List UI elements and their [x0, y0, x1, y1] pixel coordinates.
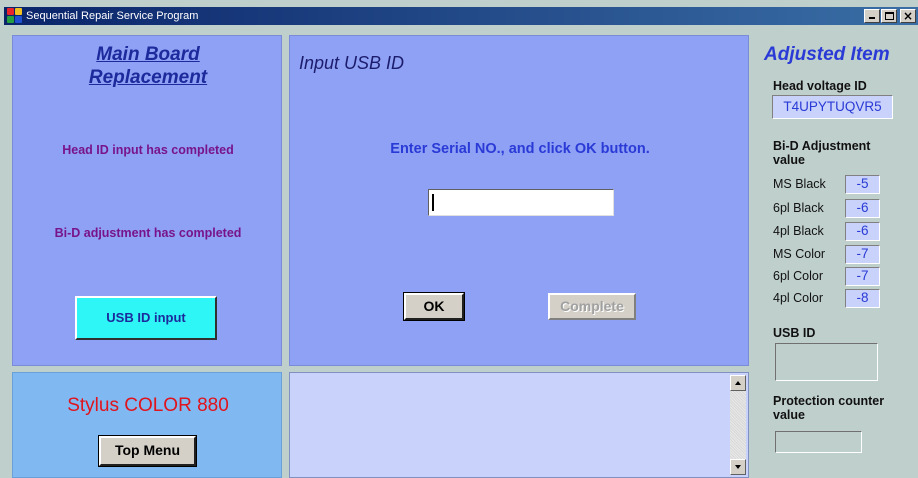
- protection-counter-label-line1: Protection counter: [773, 394, 885, 408]
- scroll-up-button[interactable]: [730, 375, 746, 391]
- bi-d-row: 4pl Black -6: [773, 222, 913, 241]
- bi-d-row-value: -7: [845, 267, 880, 286]
- bi-d-label-line1: Bi-D Adjustment: [773, 139, 871, 153]
- usb-id-input-button[interactable]: USB ID input: [75, 296, 217, 340]
- bi-d-row-name: 4pl Color: [773, 291, 824, 305]
- bi-d-row-value: -6: [845, 199, 880, 218]
- bi-d-row-value: -7: [845, 245, 880, 264]
- instruction-text: Enter Serial NO., and click OK button.: [390, 141, 650, 157]
- bi-d-row-name: MS Black: [773, 177, 826, 191]
- bi-d-row-value: -5: [845, 175, 880, 194]
- app-icon[interactable]: [7, 8, 23, 24]
- adjusted-item-panel: Adjusted Item Head voltage ID T4UPYTUQVR…: [757, 35, 918, 478]
- model-panel: Stylus COLOR 880 Top Menu: [12, 372, 282, 478]
- ok-button[interactable]: OK: [403, 292, 465, 321]
- arrow-up-icon: [735, 381, 741, 385]
- bi-d-label-line2: value: [773, 153, 805, 167]
- minimize-icon: [869, 17, 875, 19]
- bi-d-row-name: 6pl Black: [773, 201, 824, 215]
- minimize-button[interactable]: [864, 9, 880, 23]
- input-usb-id-panel: Input USB ID Enter Serial NO., and click…: [289, 35, 749, 366]
- log-area[interactable]: [289, 372, 749, 478]
- input-usb-id-title: Input USB ID: [299, 53, 405, 73]
- status-bi-d: Bi-D adjustment has completed: [54, 226, 242, 240]
- bi-d-row: 6pl Black -6: [773, 199, 913, 218]
- bi-d-row: MS Black -5: [773, 175, 913, 194]
- bi-d-row: 6pl Color -7: [773, 267, 913, 286]
- arrow-down-icon: [735, 465, 741, 469]
- head-voltage-label: Head voltage ID: [773, 79, 867, 93]
- adjusted-item-title: Adjusted Item: [764, 44, 890, 65]
- status-head-id: Head ID input has completed: [62, 143, 234, 157]
- head-voltage-value: T4UPYTUQVR5: [772, 95, 893, 119]
- bi-d-row-name: 4pl Black: [773, 224, 824, 238]
- usb-id-value-box: [775, 343, 878, 381]
- bi-d-row-value: -8: [845, 289, 880, 308]
- protection-counter-label-line2: value: [773, 408, 805, 422]
- bi-d-row: 4pl Color -8: [773, 289, 913, 308]
- serial-number-input[interactable]: [428, 189, 614, 216]
- bi-d-row-name: 6pl Color: [773, 269, 824, 283]
- usb-id-label: USB ID: [773, 326, 816, 340]
- panel-title-line1: Main Board: [96, 44, 200, 65]
- protection-counter-value-box: [775, 431, 862, 453]
- maximize-button[interactable]: [881, 9, 897, 23]
- title-bar: Sequential Repair Service Program ×: [4, 7, 918, 25]
- bi-d-row-value: -6: [845, 222, 880, 241]
- window-title: Sequential Repair Service Program: [26, 10, 199, 22]
- scroll-down-button[interactable]: [730, 459, 746, 475]
- top-menu-button[interactable]: Top Menu: [98, 435, 197, 467]
- main-board-panel: Main Board Replacement Head ID input has…: [12, 35, 282, 366]
- app-window: Sequential Repair Service Program × Main…: [0, 0, 918, 478]
- close-icon: ×: [902, 9, 914, 23]
- log-scrollbar[interactable]: [730, 375, 746, 475]
- complete-button: Complete: [548, 293, 636, 320]
- model-name: Stylus COLOR 880: [67, 395, 229, 416]
- text-caret: [432, 194, 434, 211]
- maximize-icon: [885, 12, 894, 20]
- bi-d-row-name: MS Color: [773, 247, 826, 261]
- panel-title-line2: Replacement: [88, 67, 208, 88]
- close-button[interactable]: ×: [900, 9, 916, 23]
- bi-d-row: MS Color -7: [773, 245, 913, 264]
